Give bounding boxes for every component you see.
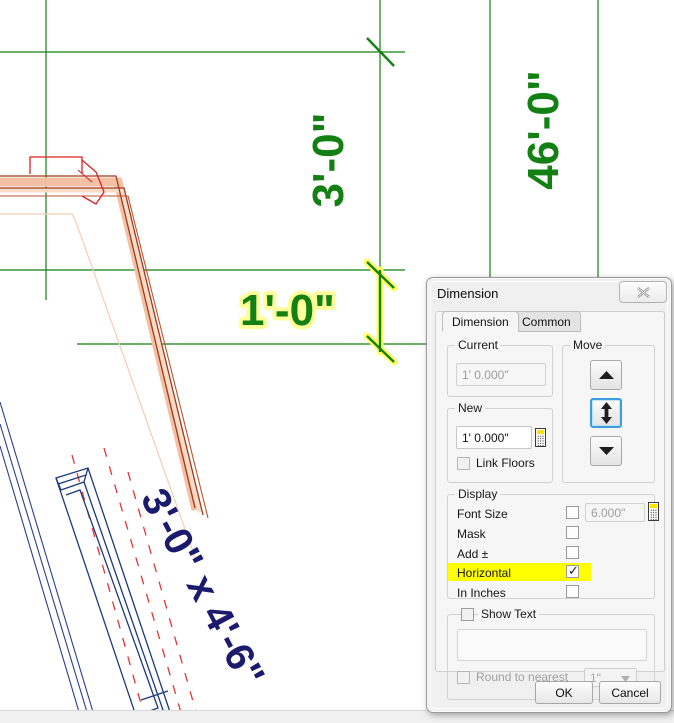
display-checkbox-font-size[interactable] — [566, 506, 579, 519]
tabstrip: Dimension Common — [436, 311, 666, 333]
move-up-button[interactable] — [590, 360, 622, 390]
display-group-label: Display — [455, 487, 501, 501]
close-icon — [636, 286, 650, 298]
new-group-label: New — [455, 401, 486, 415]
move-both-button[interactable] — [590, 398, 622, 428]
current-value-field: 1' 0.000" — [456, 363, 546, 386]
dialog-title: Dimension — [437, 286, 499, 301]
display-checkbox-horizontal[interactable]: ✓ — [566, 563, 579, 578]
show-text-textarea[interactable] — [457, 629, 647, 661]
calculator-keys — [537, 435, 544, 446]
triangle-down-icon — [598, 447, 614, 455]
calculator-icon[interactable] — [535, 428, 546, 447]
link-floors-checkbox[interactable] — [457, 457, 470, 470]
calculator-screen — [537, 430, 544, 434]
triangle-up-icon — [598, 371, 614, 379]
display-row-label-font-size: Font Size — [457, 507, 508, 521]
dialog-titlebar[interactable]: Dimension — [427, 278, 673, 310]
font-size-calculator-icon[interactable] — [648, 502, 659, 521]
dialog-content-panel: Dimension Common Current 1' 0.000" New 1… — [435, 311, 666, 700]
ok-button[interactable]: OK — [535, 681, 593, 704]
new-value-field[interactable]: 1' 0.000" — [456, 426, 532, 449]
close-button[interactable] — [619, 281, 667, 303]
cancel-button[interactable]: Cancel — [599, 681, 661, 704]
tab-dimension[interactable]: Dimension — [442, 311, 519, 332]
display-checkbox-mask[interactable] — [566, 526, 579, 539]
round-to-nearest-checkbox[interactable] — [457, 671, 470, 684]
move-group: Move — [562, 338, 655, 483]
display-row-label-add-plusminus: Add ± — [457, 547, 489, 561]
current-group: Current 1' 0.000" — [447, 338, 553, 397]
calculator-keys — [650, 509, 657, 520]
display-checkbox-add-plusminus[interactable] — [566, 546, 579, 559]
show-text-checkbox[interactable] — [461, 608, 474, 621]
display-row-label-horizontal: Horizontal — [457, 566, 512, 580]
display-row-label-in-inches: In Inches — [457, 586, 506, 600]
tab-common[interactable]: Common — [512, 311, 581, 332]
selected-dimension-leg-core — [366, 261, 395, 363]
current-group-label: Current — [455, 338, 502, 352]
display-row-label-mask: Mask — [457, 527, 486, 541]
wall-assembly — [0, 156, 209, 561]
display-group: Display Font Size 6.000" Mask Add ± Hori… — [447, 487, 659, 600]
move-group-label: Move — [570, 338, 606, 352]
check-icon: ✓ — [568, 563, 579, 578]
show-text-label: Show Text — [478, 607, 540, 621]
new-group: New 1' 0.000" Link Floors — [447, 401, 553, 483]
dimension-dialog[interactable]: Dimension Dimension Common Current 1' 0.… — [426, 277, 672, 713]
door-leaf — [55, 467, 171, 710]
move-down-button[interactable] — [590, 436, 622, 466]
link-floors-label: Link Floors — [476, 456, 535, 470]
display-checkbox-in-inches[interactable] — [566, 585, 579, 598]
calculator-screen — [650, 504, 657, 508]
font-size-field[interactable]: 6.000" — [585, 503, 645, 522]
arrow-up-down-icon — [600, 402, 612, 424]
